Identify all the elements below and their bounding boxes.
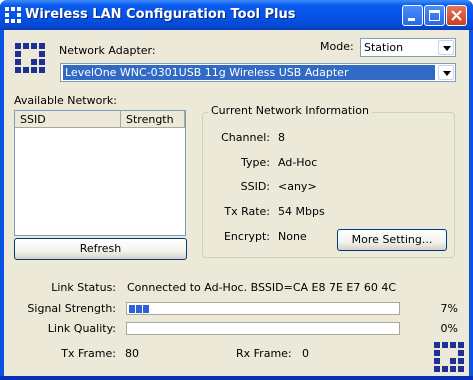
maximize-button[interactable]: [424, 5, 445, 26]
link-status-value: Connected to Ad-Hoc. BSSID=CA E8 7E E7 6…: [127, 281, 397, 294]
chevron-down-icon[interactable]: [438, 40, 454, 55]
type-value: Ad-Hoc: [278, 156, 318, 169]
network-adapter-value: LevelOne WNC-0301USB 11g Wireless USB Ad…: [63, 65, 435, 80]
close-button[interactable]: [446, 5, 467, 26]
progress-segment: [143, 305, 149, 313]
column-header-strength[interactable]: Strength: [121, 111, 185, 128]
link-status-label: Link Status:: [51, 281, 116, 294]
signal-strength-percent: 7%: [440, 302, 458, 315]
link-quality-percent: 0%: [440, 322, 458, 335]
ssid-value: <any>: [278, 180, 317, 193]
progress-segment: [136, 305, 142, 313]
title-bar[interactable]: Wireless LAN Configuration Tool Plus: [0, 0, 473, 30]
mode-value: Station: [364, 41, 404, 54]
app-window: Wireless LAN Configuration Tool Plus Net…: [0, 0, 473, 380]
channel-value: 8: [278, 131, 285, 144]
levelone-logo-icon: [15, 43, 47, 75]
app-logo-icon: [5, 7, 21, 23]
network-adapter-select[interactable]: LevelOne WNC-0301USB 11g Wireless USB Ad…: [60, 63, 456, 82]
minimize-icon: [408, 18, 415, 21]
mode-select[interactable]: Station: [360, 38, 456, 57]
client-area: Network Adapter: Mode: Station LevelOne …: [4, 30, 469, 376]
tx-rate-value: 54 Mbps: [278, 205, 325, 218]
refresh-button[interactable]: Refresh: [14, 238, 187, 260]
close-icon: [451, 10, 462, 21]
tx-rate-label: Tx Rate:: [224, 205, 270, 218]
chevron-down-icon[interactable]: [438, 65, 454, 80]
window-border-bottom: [0, 376, 473, 380]
tx-frame-value: 80: [125, 347, 139, 360]
signal-strength-bar: [126, 302, 400, 315]
current-network-title: Current Network Information: [208, 104, 372, 117]
encrypt-value: None: [278, 230, 307, 243]
rx-frame-label: Rx Frame:: [236, 347, 292, 360]
levelone-logo-icon: [434, 342, 466, 374]
more-setting-button[interactable]: More Setting...: [337, 229, 447, 251]
link-quality-label: Link Quality:: [47, 322, 116, 335]
mode-label: Mode:: [320, 40, 354, 53]
channel-label: Channel:: [221, 131, 270, 144]
link-quality-bar: [126, 322, 400, 335]
encrypt-label: Encrypt:: [223, 230, 270, 243]
type-label: Type:: [241, 156, 270, 169]
window-title: Wireless LAN Configuration Tool Plus: [25, 7, 296, 22]
signal-strength-fill: [129, 305, 149, 313]
column-header-ssid[interactable]: SSID: [15, 111, 121, 128]
available-network-label: Available Network:: [14, 94, 117, 107]
progress-segment: [129, 305, 135, 313]
available-network-list[interactable]: SSID Strength: [14, 110, 186, 236]
ssid-label: SSID:: [240, 180, 270, 193]
rx-frame-value: 0: [302, 347, 309, 360]
signal-strength-label: Signal Strength:: [27, 302, 116, 315]
network-adapter-label: Network Adapter:: [59, 44, 156, 57]
maximize-icon: [429, 10, 440, 21]
tx-frame-label: Tx Frame:: [61, 347, 116, 360]
minimize-button[interactable]: [402, 5, 423, 26]
